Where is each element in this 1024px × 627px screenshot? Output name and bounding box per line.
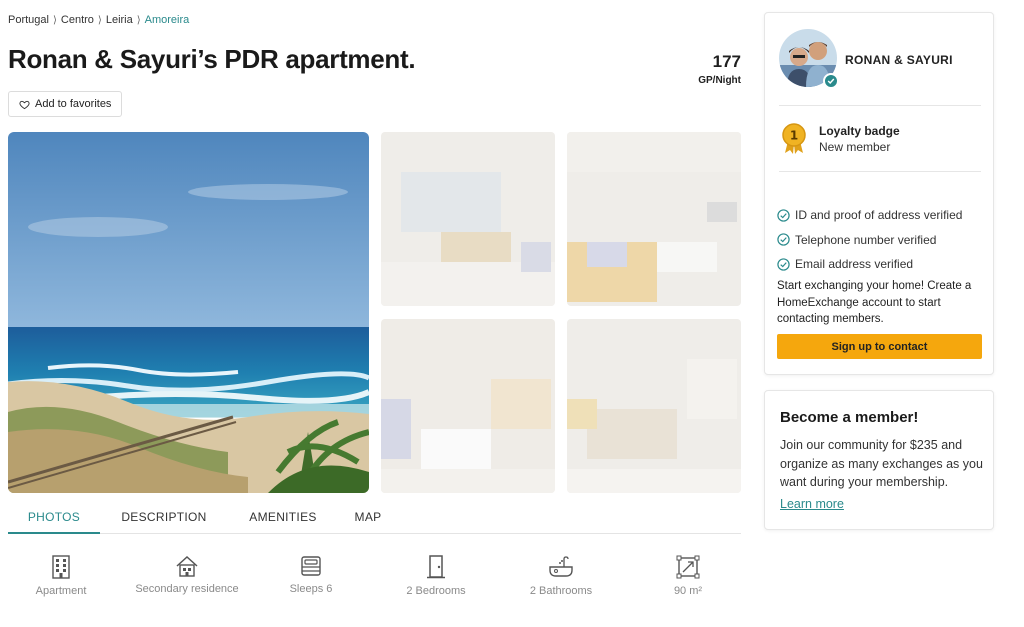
breadcrumb-separator: ⟩	[136, 14, 141, 26]
feature-sleeps: Sleeps 6	[256, 555, 366, 597]
bathtub-icon	[549, 556, 573, 577]
badge-subtitle: New member	[819, 140, 891, 154]
membership-title: Become a member!	[780, 409, 919, 426]
feature-bedrooms: 2 Bedrooms	[381, 555, 491, 599]
breadcrumb-separator: ⟩	[97, 14, 102, 26]
sign-up-to-contact-button[interactable]: Sign up to contact	[777, 334, 982, 359]
feature-label: 90 m²	[673, 585, 703, 597]
tab-photos[interactable]: PHOTOS	[8, 502, 100, 534]
verification-item: ID and proof of address verified	[777, 203, 962, 228]
breadcrumb-separator: ⟩	[52, 14, 57, 26]
breadcrumb-item-district[interactable]: Leiria	[106, 14, 133, 26]
photo-thumbnail-living-room[interactable]	[381, 132, 555, 306]
check-circle-icon	[777, 233, 790, 246]
photo-gallery	[8, 132, 741, 493]
price-amount: 177	[712, 52, 741, 71]
tab-amenities[interactable]: AMENITIES	[238, 502, 328, 534]
apartment-icon	[52, 555, 70, 579]
breadcrumb: Portugal ⟩ Centro ⟩ Leiria ⟩ Amoreira	[8, 14, 189, 26]
svg-text:1: 1	[790, 129, 798, 143]
membership-text: Join our community for $235 and organize…	[780, 438, 983, 489]
membership-card: Become a member! Join our community for …	[764, 390, 994, 530]
loyalty-badge-icon: 1	[781, 123, 807, 160]
check-circle-icon	[777, 258, 790, 271]
bed-icon	[301, 556, 321, 576]
listing-tabs: PHOTOS DESCRIPTION AMENITIES MAP	[8, 502, 741, 534]
add-to-favorites-label: Add to favorites	[35, 98, 112, 110]
price-unit: GP/Night	[698, 75, 741, 86]
breadcrumb-item-country[interactable]: Portugal	[8, 14, 49, 26]
feature-label: Secondary residence	[135, 583, 239, 595]
photo-thumbnail-kitchen[interactable]	[567, 319, 741, 493]
heart-icon	[19, 100, 30, 109]
photo-thumbnail-dining[interactable]	[381, 319, 555, 493]
divider	[779, 105, 981, 106]
page-title: Ronan & Sayuri’s PDR apartment.	[8, 44, 416, 74]
property-features: Apartment Secondary residence Sleeps 6 2…	[8, 555, 741, 619]
door-icon	[427, 555, 445, 579]
add-to-favorites-button[interactable]: Add to favorites	[8, 91, 123, 117]
feature-apartment: Apartment	[6, 555, 116, 599]
area-icon	[676, 555, 700, 579]
feature-label: Sleeps 6	[289, 583, 333, 595]
feature-label: Apartment	[35, 585, 87, 597]
verification-item: Email address verified	[777, 252, 962, 277]
signup-cta-text: Start exchanging your home! Create a Hom…	[777, 280, 972, 325]
feature-label: 2 Bedrooms	[406, 585, 466, 597]
tab-description[interactable]: DESCRIPTION	[108, 502, 220, 534]
breadcrumb-item-region[interactable]: Centro	[61, 14, 94, 26]
learn-more-link[interactable]: Learn more	[780, 497, 844, 511]
feature-area: 90 m²	[633, 555, 743, 599]
price: 177 GP/Night	[698, 52, 741, 86]
verification-list: ID and proof of address verified Telepho…	[777, 203, 962, 277]
verified-check-icon	[823, 73, 839, 89]
tab-map[interactable]: MAP	[348, 502, 388, 534]
host-name[interactable]: RONAN & SAYURI	[845, 53, 953, 67]
feature-label: 2 Bathrooms	[529, 585, 593, 597]
verification-label: Telephone number verified	[795, 232, 937, 247]
main-photo-beach[interactable]	[8, 132, 369, 493]
badge-title: Loyalty badge	[819, 124, 900, 138]
verification-label: Email address verified	[795, 257, 914, 272]
feature-secondary-residence: Secondary residence	[132, 555, 242, 597]
photo-thumbnail-lounge[interactable]	[567, 132, 741, 306]
feature-bathrooms: 2 Bathrooms	[506, 555, 616, 599]
host-card: RONAN & SAYURI 1 Loyalty badge New membe…	[764, 12, 994, 375]
breadcrumb-item-current[interactable]: Amoreira	[145, 14, 190, 26]
verification-label: ID and proof of address verified	[795, 208, 963, 223]
check-circle-icon	[777, 209, 790, 222]
verification-item: Telephone number verified	[777, 228, 962, 253]
divider	[779, 171, 981, 172]
house-icon	[176, 555, 198, 577]
